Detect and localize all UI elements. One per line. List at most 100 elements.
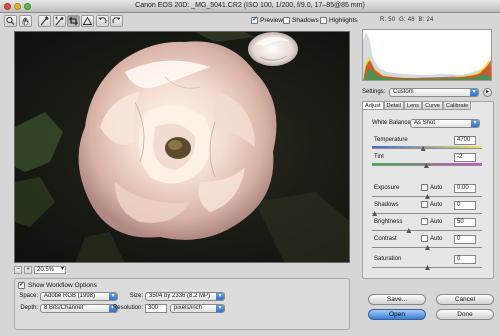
rotate-right-tool[interactable]	[110, 15, 123, 27]
depth-select[interactable]: 8 Bits/Channel ▾	[40, 304, 118, 313]
shadows-clip-checkbox[interactable]: Shadows	[283, 17, 319, 24]
rose-bud	[248, 32, 298, 66]
exposure-auto-checkbox[interactable]: Auto	[421, 184, 442, 191]
space-label: Space:	[19, 293, 38, 299]
tab-adjust[interactable]: Adjust	[362, 101, 384, 110]
show-workflow-toggle[interactable]: Show Workflow Options	[18, 280, 97, 289]
shadows-check-box[interactable]	[283, 17, 290, 24]
r-value: 50	[388, 17, 396, 23]
shadows-auto-checkbox[interactable]: Auto	[421, 201, 442, 208]
zoom-bar: − + 20.5%	[14, 265, 66, 274]
contrast-auto-box[interactable]	[421, 235, 428, 242]
histogram-graph	[363, 32, 491, 80]
resolution-input[interactable]: 300	[145, 304, 167, 313]
b-label: B:	[418, 17, 425, 23]
rotate-left-tool[interactable]	[96, 15, 109, 27]
contrast-input[interactable]: 0	[454, 235, 476, 244]
zoom-icon	[6, 16, 15, 25]
title-bar: Canon EOS 20D: _MG_5041.CR2 (ISO 100, 1/…	[0, 0, 500, 13]
shadows-slider[interactable]	[372, 211, 482, 216]
brightness-thumb[interactable]	[406, 228, 412, 233]
rgb-readout: R: 50 G: 48 B: 24	[380, 17, 434, 23]
tab-curve[interactable]: Curve	[422, 101, 443, 110]
brightness-auto-box[interactable]	[421, 218, 428, 225]
toolbar: Preview Shadows Highlights	[0, 13, 360, 30]
settings-select[interactable]: Custom ▾	[389, 88, 479, 97]
exposure-input[interactable]: 0.00	[454, 184, 476, 193]
temperature-thumb[interactable]	[420, 146, 426, 151]
workflow-check-box[interactable]	[18, 280, 25, 289]
g-label: G:	[399, 17, 406, 23]
highlights-clip-checkbox[interactable]: Highlights	[320, 17, 358, 24]
brightness-label: Brightness	[374, 219, 403, 225]
tab-lens[interactable]: Lens	[403, 101, 422, 110]
histogram	[362, 29, 492, 81]
shadows-thumb[interactable]	[372, 211, 378, 216]
white-balance-select[interactable]: As Shot ▾	[410, 119, 480, 128]
temperature-input[interactable]: 4700	[454, 136, 476, 145]
contrast-auto-label: Auto	[430, 235, 443, 242]
white-balance-icon	[40, 16, 49, 26]
done-button[interactable]: Done	[436, 309, 494, 320]
saturation-slider[interactable]	[372, 265, 482, 270]
tint-slider[interactable]	[372, 163, 482, 168]
exposure-thumb[interactable]	[425, 194, 430, 199]
chevron-down-icon: ▾	[216, 293, 224, 300]
exposure-auto-box[interactable]	[421, 184, 428, 191]
tint-input[interactable]: -2	[454, 153, 476, 162]
resolution-unit-select[interactable]: pixels/inch ▾	[170, 304, 225, 313]
shadows-auto-label: Auto	[430, 201, 443, 208]
contrast-slider[interactable]	[372, 245, 482, 250]
tab-bar: Adjust Detail Lens Curve Calibrate	[362, 101, 472, 110]
straighten-icon	[82, 16, 93, 25]
contrast-thumb[interactable]	[425, 245, 430, 250]
space-value: Adobe RGB (1998)	[44, 293, 96, 299]
depth-value: 8 Bits/Channel	[44, 305, 84, 311]
window-title: Canon EOS 20D: _MG_5041.CR2 (ISO 100, 1/…	[135, 2, 365, 9]
saturation-input[interactable]: 0	[454, 255, 476, 264]
exposure-label: Exposure	[374, 185, 400, 191]
exposure-slider[interactable]	[372, 194, 482, 199]
open-button[interactable]: Open	[368, 309, 426, 320]
zoom-out-button[interactable]: −	[14, 265, 22, 274]
temperature-slider[interactable]	[372, 146, 482, 151]
space-select[interactable]: Adobe RGB (1998) ▾	[40, 292, 118, 301]
white-balance-value: As Shot	[414, 120, 436, 126]
straighten-tool[interactable]	[81, 15, 94, 27]
color-sampler-tool[interactable]	[53, 15, 66, 27]
preview-checkbox[interactable]: Preview	[251, 15, 283, 24]
saturation-thumb[interactable]	[425, 265, 430, 270]
shadows-clip-label: Shadows	[292, 17, 319, 24]
shadows-input[interactable]: 0	[454, 201, 476, 210]
cancel-button[interactable]: Cancel	[436, 294, 494, 305]
tint-thumb[interactable]	[423, 163, 429, 168]
white-balance-tool[interactable]	[38, 15, 51, 27]
settings-row: Settings: Custom ▾ ▸	[362, 88, 494, 98]
tab-calibrate[interactable]: Calibrate	[442, 101, 472, 110]
zoom-level-select[interactable]: 20.5%	[34, 265, 66, 274]
hand-tool[interactable]	[19, 15, 32, 27]
size-select[interactable]: 3504 by 2336 (8.2 MP) ▾	[145, 292, 225, 301]
settings-menu-icon[interactable]: ▸	[483, 88, 492, 97]
brightness-auto-checkbox[interactable]: Auto	[421, 218, 442, 225]
preview-check-box[interactable]	[251, 15, 258, 24]
r-label: R:	[380, 17, 387, 23]
chevron-down-icon: ▾	[216, 305, 224, 312]
save-button[interactable]: Save...	[368, 294, 426, 305]
shadows-auto-box[interactable]	[421, 201, 428, 208]
brightness-input[interactable]: 50	[454, 218, 476, 227]
b-value: 24	[426, 17, 434, 23]
contrast-auto-checkbox[interactable]: Auto	[421, 235, 442, 242]
brightness-slider[interactable]	[372, 228, 482, 233]
image-preview[interactable]	[14, 31, 350, 263]
zoom-tool[interactable]	[4, 15, 17, 27]
shadows-label: Shadows	[374, 202, 399, 208]
depth-label: Depth:	[20, 305, 38, 311]
temperature-label: Temperature	[374, 137, 408, 143]
highlights-check-box[interactable]	[320, 17, 327, 24]
crop-tool[interactable]	[67, 15, 80, 27]
g-value: 48	[407, 17, 415, 23]
color-sampler-icon	[55, 16, 64, 26]
zoom-in-button[interactable]: +	[24, 265, 32, 274]
tab-detail[interactable]: Detail	[383, 101, 404, 110]
